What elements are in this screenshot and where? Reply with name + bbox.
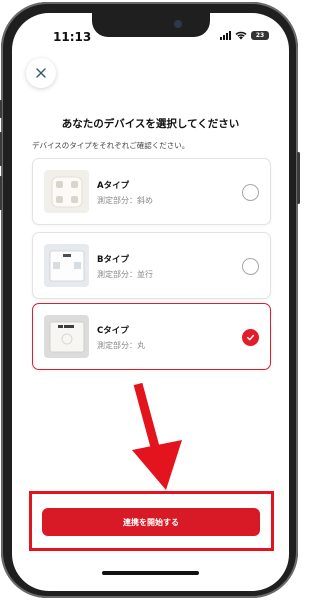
volume-up-button <box>0 132 2 166</box>
camera-icon <box>174 20 182 28</box>
power-button <box>297 152 300 204</box>
device-option-b[interactable]: Bタイプ 測定部分：並行 <box>32 232 271 299</box>
silent-switch <box>0 100 2 118</box>
status-time: 11:13 <box>53 30 92 44</box>
start-link-button[interactable]: 連携を開始する <box>42 508 260 536</box>
square-scale-icon <box>44 315 89 358</box>
screen: 11:13 23 あなたのデバイスを選択してください デバイスのタイプをそれぞれ… <box>12 13 289 591</box>
volume-down-button <box>0 176 2 210</box>
home-indicator[interactable] <box>102 571 199 575</box>
device-name: Cタイプ <box>97 326 129 336</box>
device-option-c[interactable]: Cタイプ 測定部分：丸 <box>32 303 271 370</box>
radio-unchecked-icon[interactable] <box>242 258 259 275</box>
device-option-a[interactable]: Aタイプ 測定部分：斜め <box>32 158 271 225</box>
status-bar: 11:13 23 <box>12 13 289 57</box>
device-measure-part: 測定部分：斜め <box>97 196 153 205</box>
close-icon <box>36 68 46 78</box>
signal-icon <box>220 31 231 40</box>
radio-checked-icon[interactable] <box>242 329 259 346</box>
page-subtitle: デバイスのタイプをそれぞれご確認ください。 <box>32 141 190 150</box>
round-scale-icon <box>44 170 89 213</box>
device-name: Bタイプ <box>97 255 129 265</box>
checkmark-icon <box>247 334 255 341</box>
device-name: Aタイプ <box>97 181 130 191</box>
notch <box>92 13 210 37</box>
radio-unchecked-icon[interactable] <box>242 184 259 201</box>
close-button[interactable] <box>26 58 56 88</box>
square-scale-icon <box>44 244 89 287</box>
device-measure-part: 測定部分：並行 <box>97 270 153 279</box>
battery-level: 23 <box>255 32 265 39</box>
annotation-arrow-icon <box>132 382 182 490</box>
page-title: あなたのデバイスを選択してください <box>61 118 240 130</box>
device-measure-part: 測定部分：丸 <box>97 341 145 350</box>
wifi-icon <box>235 31 247 40</box>
phone-frame: 11:13 23 あなたのデバイスを選択してください デバイスのタイプをそれぞれ… <box>0 2 300 598</box>
battery-icon: 23 <box>251 31 269 40</box>
status-icons: 23 <box>220 31 269 40</box>
